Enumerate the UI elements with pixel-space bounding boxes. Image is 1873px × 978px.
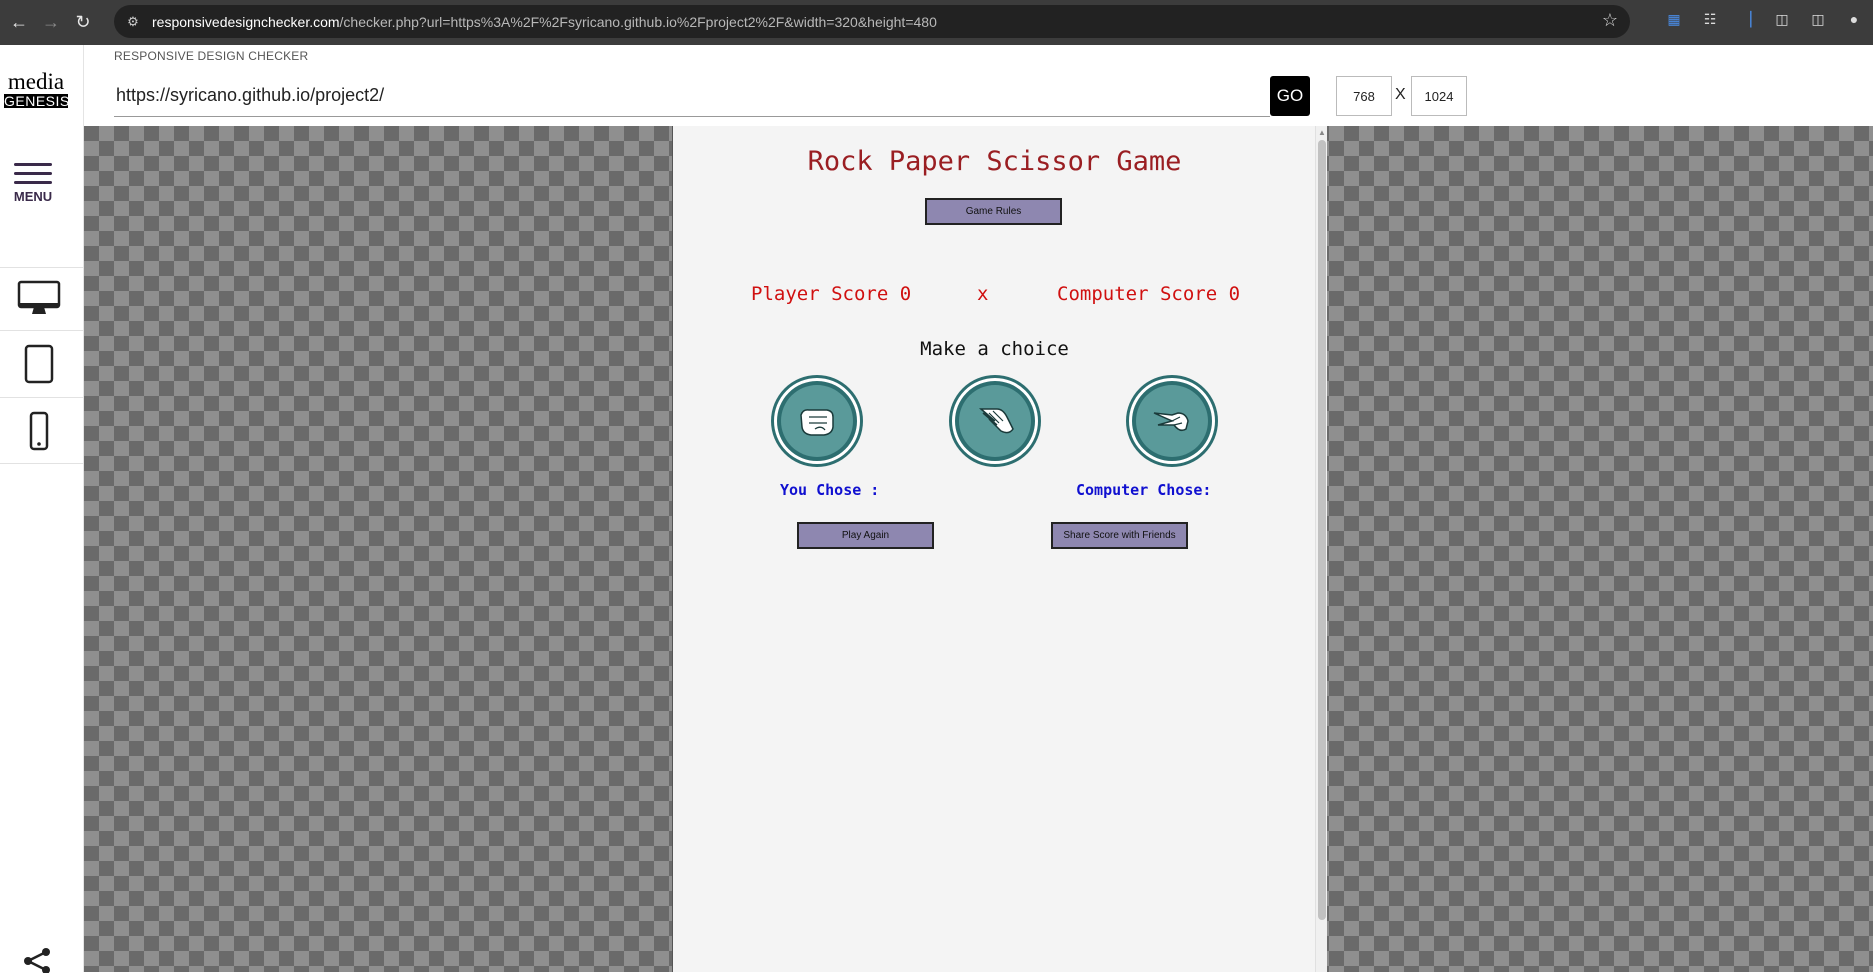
url-path: /checker.php?url=https%3A%2F%2Fsyricano.…	[339, 13, 937, 30]
phone-icon[interactable]	[16, 408, 62, 454]
dimension-separator: X	[1395, 86, 1406, 103]
media-genesis-logo[interactable]: media GENESIS	[4, 69, 70, 109]
puzzle-icon[interactable]: ◫	[1771, 8, 1793, 30]
menu-button[interactable]: MENU	[12, 163, 54, 204]
device-preview-frame: Rock Paper Scissor Game Game Rules Playe…	[672, 126, 1327, 972]
share-score-button[interactable]: Share Score with Friends	[1051, 522, 1188, 549]
scissors-hand-icon	[1136, 385, 1208, 457]
left-sidebar: media GENESIS MENU	[0, 45, 84, 974]
computer-chose-label: Computer Chose:	[1076, 481, 1212, 499]
play-again-button[interactable]: Play Again	[797, 522, 934, 549]
rock-choice-button[interactable]	[774, 378, 860, 464]
address-url[interactable]: responsivedesignchecker.com/checker.php?…	[152, 14, 937, 30]
vertical-scrollbar[interactable]: ▲	[1315, 126, 1327, 972]
app-title: RESPONSIVE DESIGN CHECKER	[114, 49, 309, 63]
rock-hand-icon	[781, 385, 853, 457]
hamburger-icon	[12, 163, 54, 184]
address-bar[interactable]: ⚙ responsivedesignchecker.com/checker.ph…	[114, 5, 1630, 38]
go-button[interactable]: GO	[1270, 76, 1310, 116]
game-title: Rock Paper Scissor Game	[807, 146, 1182, 177]
url-host: responsivedesignchecker.com	[152, 13, 340, 30]
divider	[0, 330, 84, 331]
paper-choice-button[interactable]	[952, 378, 1038, 464]
chart-extension-icon[interactable]: ▕	[1735, 8, 1757, 30]
tablet-icon[interactable]	[16, 341, 62, 387]
divider	[0, 463, 84, 464]
forward-icon[interactable]: →	[38, 10, 64, 36]
width-input[interactable]: 768	[1336, 76, 1392, 116]
logo-bottom-text: GENESIS	[4, 93, 70, 109]
menu-label: MENU	[13, 189, 53, 204]
game-rules-button[interactable]: Game Rules	[925, 198, 1062, 225]
computer-score: Computer Score 0	[1057, 283, 1241, 305]
back-icon[interactable]: ←	[6, 10, 32, 36]
bookmark-star-icon[interactable]: ☆	[1602, 10, 1618, 31]
scrollbar-thumb[interactable]	[1318, 140, 1326, 920]
site-info-icon[interactable]: ⚙	[122, 11, 144, 33]
scroll-up-icon[interactable]: ▲	[1318, 128, 1326, 137]
extension-icon[interactable]: ☷	[1699, 8, 1721, 30]
paper-hand-icon	[959, 385, 1031, 457]
scissors-choice-button[interactable]	[1129, 378, 1215, 464]
logo-top-text: media	[7, 69, 65, 94]
height-input[interactable]: 1024	[1411, 76, 1467, 116]
you-chose-label: You Chose :	[780, 481, 880, 499]
game-page: Rock Paper Scissor Game Game Rules Playe…	[673, 126, 1316, 972]
reload-icon[interactable]: ↻	[70, 10, 96, 36]
share-icon[interactable]	[22, 947, 52, 978]
versus-label: x	[977, 283, 989, 305]
extensions-row: ▦ ☷ ▕ ◫ ◫ ●	[1663, 8, 1865, 30]
translate-icon[interactable]: ▦	[1663, 8, 1685, 30]
profile-icon[interactable]: ●	[1843, 8, 1865, 30]
browser-toolbar: ← → ↻ ⚙ responsivedesignchecker.com/chec…	[0, 0, 1873, 45]
divider	[0, 397, 84, 398]
divider	[0, 267, 84, 268]
choice-prompt: Make a choice	[920, 338, 1069, 360]
url-input[interactable]: https://syricano.github.io/project2/	[114, 74, 1270, 117]
desktop-icon[interactable]	[16, 275, 62, 321]
player-score: Player Score 0	[751, 283, 912, 305]
side-panel-icon[interactable]: ◫	[1807, 8, 1829, 30]
